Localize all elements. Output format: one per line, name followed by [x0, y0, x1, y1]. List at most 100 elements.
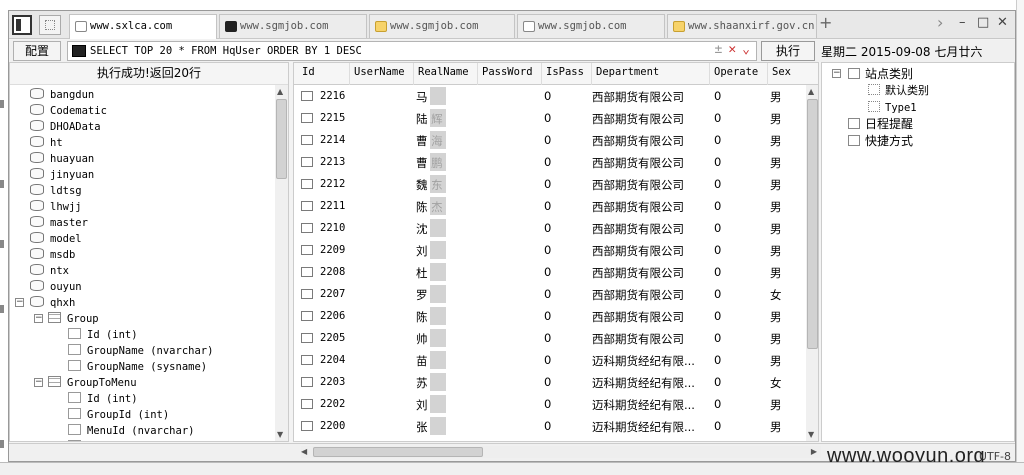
- database-ouyun[interactable]: ouyun: [30, 279, 82, 295]
- column-separator[interactable]: [591, 63, 592, 85]
- tab-5[interactable]: www.shaanxirf.gov.cn: [667, 14, 817, 38]
- database-ldtsg[interactable]: ldtsg: [30, 183, 82, 199]
- table-row[interactable]: 2210 沈 0 西部期货有限公司 0 男: [294, 217, 804, 239]
- new-window-button[interactable]: [39, 15, 61, 35]
- table-row[interactable]: 2202 刘 0 迈科期货经纪有限... 0 男: [294, 393, 804, 415]
- database-bangdun[interactable]: bangdun: [30, 87, 94, 103]
- column-header-id[interactable]: Id: [302, 66, 315, 78]
- column-item[interactable]: GroupName (nvarchar): [68, 343, 213, 359]
- table-row[interactable]: 2212魏 东0西部期货有限公司0男: [294, 173, 804, 195]
- tree-item-type1[interactable]: Type1: [868, 100, 917, 116]
- cell-sex: 女: [770, 288, 782, 302]
- column-header-username[interactable]: UserName: [354, 66, 405, 78]
- database-jinyuan[interactable]: jinyuan: [30, 167, 94, 183]
- table-row[interactable]: 2200 张 0 迈科期货经纪有限... 0 男: [294, 415, 804, 437]
- database-model[interactable]: model: [30, 231, 82, 247]
- tab-4[interactable]: www.sgmjob.com: [517, 14, 665, 38]
- tree-item-shortcuts[interactable]: 快捷方式: [848, 133, 913, 149]
- clear-icon[interactable]: ✕: [728, 42, 736, 57]
- table-row[interactable]: 2215陆 辉0西部期货有限公司0男: [294, 107, 804, 129]
- tab-3[interactable]: www.sgmjob.com: [369, 14, 515, 38]
- table-row[interactable]: 2204 苗 0 迈科期货经纪有限... 0 男: [294, 349, 804, 371]
- column-item[interactable]: MenuId (sysname): [68, 439, 188, 441]
- config-button[interactable]: 配置: [13, 41, 61, 61]
- tree-expander-icon[interactable]: −: [34, 314, 43, 323]
- column-header-ispass[interactable]: IsPass: [546, 66, 584, 78]
- tab-scroll-right-icon[interactable]: ›: [937, 15, 943, 31]
- cell-operate: 0: [714, 309, 722, 323]
- table-row[interactable]: 2208 杜 0 西部期货有限公司 0 男: [294, 261, 804, 283]
- grid-horizontal-scrollbar[interactable]: ◀ ▶: [301, 446, 821, 458]
- sidebar-toggle-icon[interactable]: [12, 15, 32, 35]
- grid-scrollbar[interactable]: ▲ ▼: [806, 85, 818, 441]
- database-icon: [30, 88, 44, 99]
- database-ht[interactable]: ht: [30, 135, 63, 151]
- minimize-button[interactable]: –: [959, 15, 966, 31]
- column-separator[interactable]: [767, 63, 768, 85]
- tree-item-site-category[interactable]: 站点类别: [848, 66, 913, 82]
- tree-item-schedule[interactable]: 日程提醒: [848, 116, 913, 132]
- column-header-realname[interactable]: RealName: [418, 66, 469, 78]
- column-item[interactable]: GroupName (sysname): [68, 359, 207, 375]
- tree-item-label: bangdun: [50, 89, 95, 101]
- tree-expander-icon[interactable]: −: [15, 298, 24, 307]
- column-separator[interactable]: [413, 63, 414, 85]
- cell-sex: 男: [770, 310, 782, 324]
- tree-item-default-category[interactable]: 默认类别: [868, 83, 929, 99]
- add-icon[interactable]: ±: [715, 42, 723, 57]
- database-master[interactable]: master: [30, 215, 88, 231]
- database-icon: [30, 264, 44, 275]
- tab-1[interactable]: www.sxlca.com: [69, 14, 217, 39]
- table-row[interactable]: 2211陈 杰0西部期货有限公司0男: [294, 195, 804, 217]
- tree-item-label: GroupId (int): [87, 409, 170, 421]
- cell-ispass: 0: [544, 133, 552, 147]
- database-ntx[interactable]: ntx: [30, 263, 69, 279]
- table-GroupToMenu[interactable]: GroupToMenu: [48, 375, 137, 391]
- execute-button[interactable]: 执行: [761, 41, 815, 61]
- tree-scrollbar[interactable]: ▲ ▼: [275, 85, 288, 441]
- column-item[interactable]: Id (int): [68, 327, 138, 343]
- column-item[interactable]: Id (int): [68, 391, 138, 407]
- new-tab-button[interactable]: +: [819, 15, 832, 31]
- table-row[interactable]: 2216 马 0 西部期货有限公司 0 男: [294, 85, 804, 107]
- tree-scrollbar-thumb[interactable]: [276, 99, 287, 179]
- close-button[interactable]: ✕: [997, 15, 1008, 31]
- grid-horizontal-scrollbar-thumb[interactable]: [313, 447, 483, 457]
- table-row[interactable]: 2213曹 鹏0西部期货有限公司0男: [294, 151, 804, 173]
- cell-sex: 男: [770, 244, 782, 258]
- database-tree: bangdun Codematic DHOAData ht huayuan jinyuan…: [10, 85, 274, 441]
- column-header-department[interactable]: Department: [596, 66, 659, 78]
- tree-item-label: MenuId (nvarchar): [87, 425, 195, 437]
- database-DHOAData[interactable]: DHOAData: [30, 119, 101, 135]
- database-Codematic[interactable]: Codematic: [30, 103, 107, 119]
- column-header-operate[interactable]: Operate: [714, 66, 758, 78]
- table-row[interactable]: 2214曹 海0西部期货有限公司0男: [294, 129, 804, 151]
- column-separator[interactable]: [477, 63, 478, 85]
- table-row[interactable]: 2207 罗 0 西部期货有限公司 0 女: [294, 283, 804, 305]
- history-dropdown-icon[interactable]: ⌄: [742, 42, 750, 57]
- tab-2[interactable]: www.sgmjob.com: [219, 14, 367, 38]
- database-lhwjj[interactable]: lhwjj: [30, 199, 82, 215]
- database-msdb[interactable]: msdb: [30, 247, 75, 263]
- column-separator[interactable]: [349, 63, 350, 85]
- maximize-button[interactable]: □: [977, 15, 989, 31]
- grid-scrollbar-thumb[interactable]: [807, 99, 818, 349]
- table-Group[interactable]: Group: [48, 311, 99, 327]
- cell-ispass: 0: [544, 155, 552, 169]
- column-separator[interactable]: [541, 63, 542, 85]
- table-row[interactable]: 2206 陈 0 西部期货有限公司 0 男: [294, 305, 804, 327]
- column-header-sex[interactable]: Sex: [772, 66, 791, 78]
- table-row[interactable]: 2205 帅 0 西部期货有限公司 0 男: [294, 327, 804, 349]
- column-item[interactable]: MenuId (nvarchar): [68, 423, 194, 439]
- tree-expander-icon[interactable]: −: [34, 378, 43, 387]
- database-icon: [30, 280, 44, 291]
- column-item[interactable]: GroupId (int): [68, 407, 169, 423]
- column-separator[interactable]: [709, 63, 710, 85]
- column-header-password[interactable]: PassWord: [482, 66, 533, 78]
- database-huayuan[interactable]: huayuan: [30, 151, 94, 167]
- table-row[interactable]: 2203 苏 0 迈科期货经纪有限... 0 女: [294, 371, 804, 393]
- sql-input[interactable]: SELECT TOP 20 * FROM HqUser ORDER BY 1 D…: [67, 41, 757, 61]
- database-qhxh[interactable]: qhxh: [30, 295, 75, 311]
- table-row[interactable]: 2209 刘 0 西部期货有限公司 0 男: [294, 239, 804, 261]
- collapse-toggle-icon[interactable]: −: [832, 69, 841, 78]
